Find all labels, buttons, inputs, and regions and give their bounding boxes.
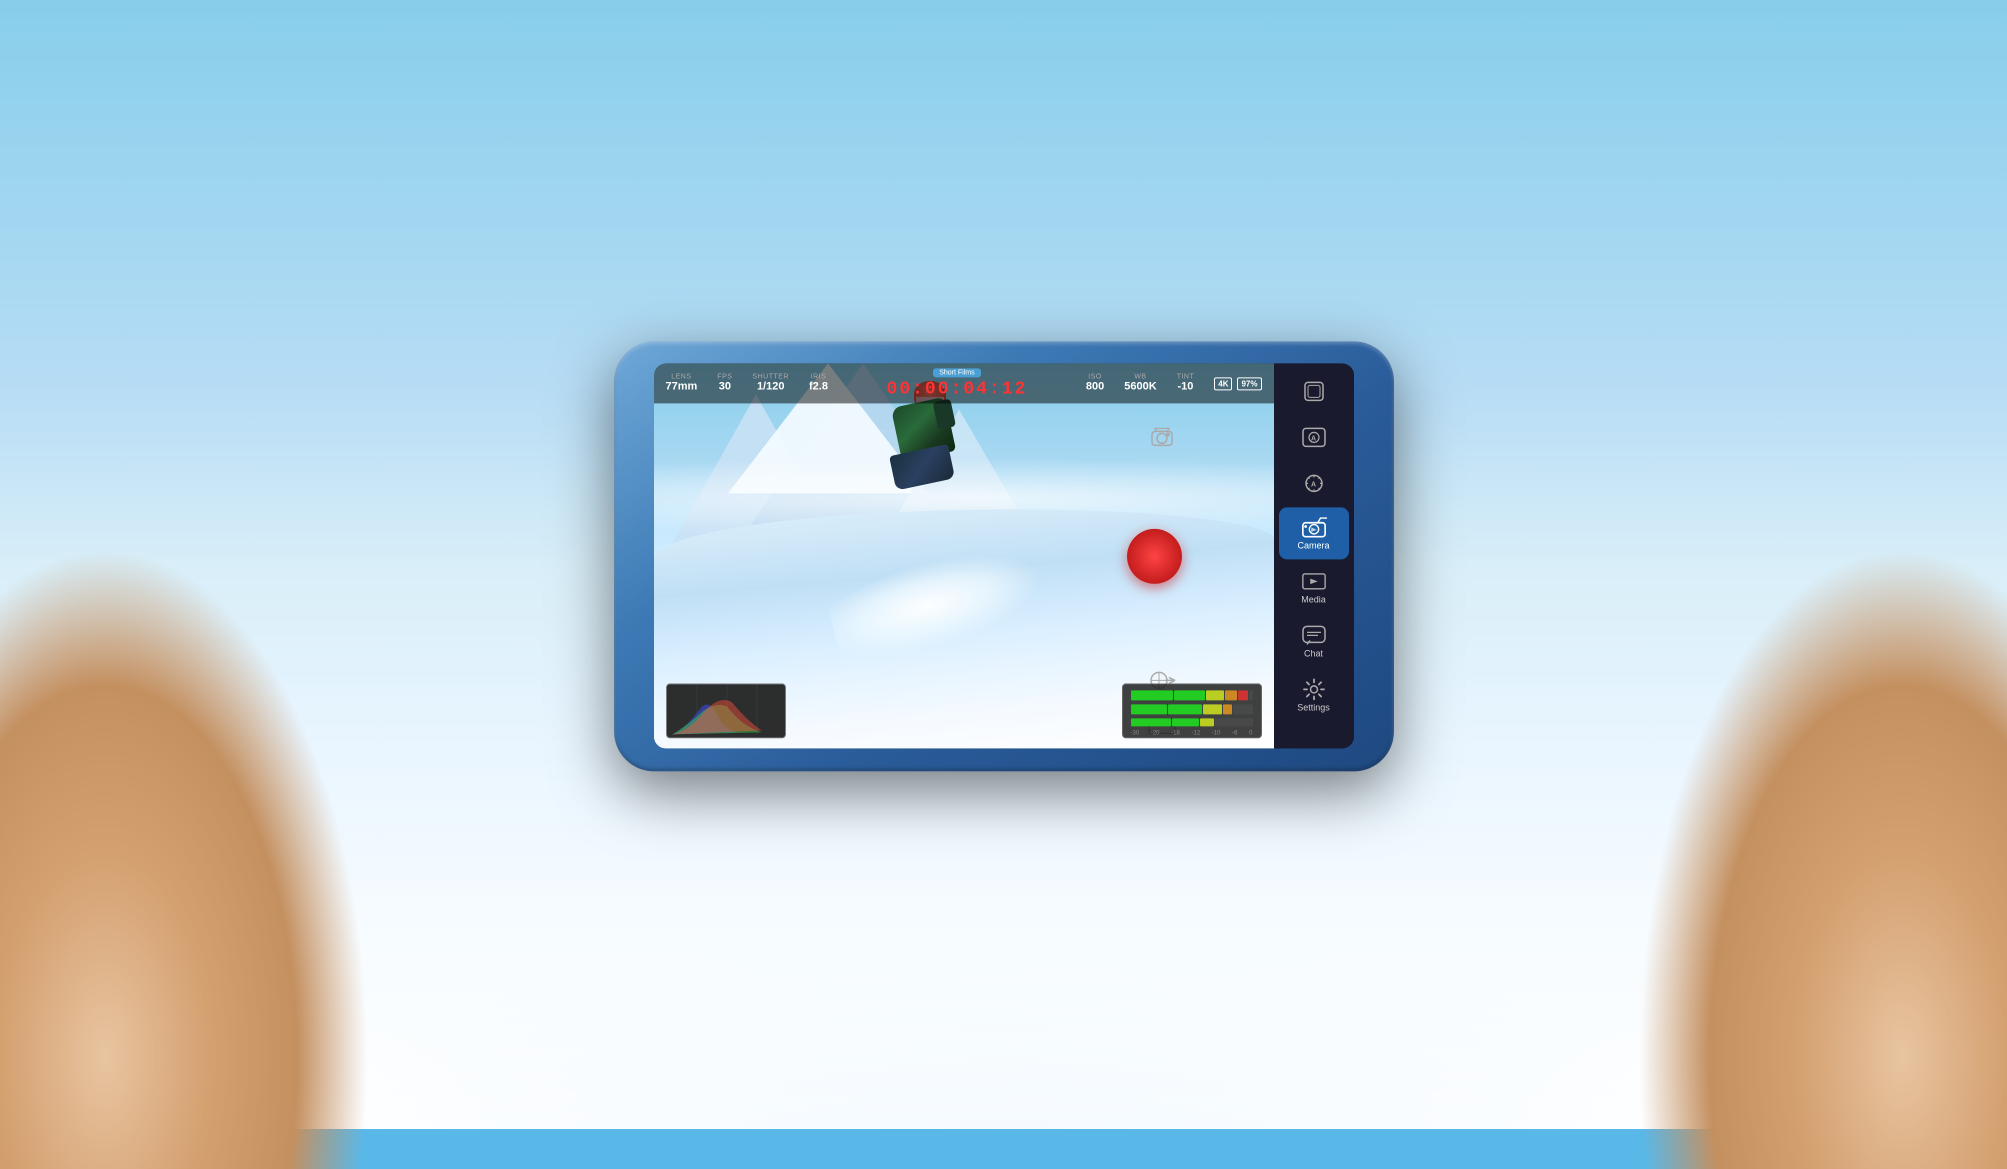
sidebar: A A	[1274, 363, 1354, 748]
sidebar-item-chat[interactable]: Chat	[1279, 615, 1349, 667]
media-icon	[1301, 571, 1327, 591]
iris-label: IRIS	[811, 373, 827, 380]
sidebar-item-settings[interactable]: Settings	[1279, 669, 1349, 721]
autofocus-icon: A	[1301, 427, 1327, 447]
hud-fps[interactable]: FPS 30	[717, 373, 732, 393]
phone-screen: LENS 77mm FPS 30 SHUTTER 1/120 IRIS f2.8	[654, 363, 1354, 748]
grid-icon	[1301, 381, 1327, 401]
hud-wb[interactable]: WB 5600K	[1124, 373, 1156, 393]
record-button[interactable]	[1127, 528, 1182, 583]
fps-label: FPS	[717, 373, 732, 380]
tint-label: TINT	[1177, 373, 1195, 380]
svg-text:A: A	[1311, 481, 1316, 488]
hud-iris[interactable]: IRIS f2.8	[809, 373, 828, 393]
hud-timer: Short Films 00:00:04:12	[848, 368, 1066, 399]
tint-value: -10	[1178, 380, 1194, 393]
sidebar-item-autoexposure[interactable]: A	[1279, 461, 1349, 505]
chat-label: Chat	[1304, 648, 1323, 658]
phone-body: LENS 77mm FPS 30 SHUTTER 1/120 IRIS f2.8	[614, 341, 1394, 771]
remote-camera-button[interactable]	[1145, 423, 1179, 451]
camera-label: Camera	[1297, 540, 1329, 550]
4k-badge: 4K	[1214, 377, 1232, 390]
camera-icon	[1301, 517, 1327, 537]
settings-label: Settings	[1297, 702, 1330, 712]
histogram-overlay	[666, 683, 786, 738]
autoexposure-icon: A	[1301, 473, 1327, 493]
hud-top-bar: LENS 77mm FPS 30 SHUTTER 1/120 IRIS f2.8	[654, 363, 1274, 403]
film-mode-badge[interactable]: Short Films	[933, 368, 980, 377]
media-label: Media	[1301, 594, 1326, 604]
iso-label: ISO	[1088, 373, 1102, 380]
wb-value: 5600K	[1124, 380, 1156, 393]
iso-value: 800	[1086, 380, 1104, 393]
shutter-value: 1/120	[757, 380, 785, 393]
sidebar-item-media[interactable]: Media	[1279, 561, 1349, 613]
settings-icon	[1301, 679, 1327, 699]
lens-label: LENS	[671, 373, 691, 380]
sidebar-item-grid[interactable]	[1279, 369, 1349, 413]
lens-value: 77mm	[666, 380, 698, 393]
shutter-label: SHUTTER	[752, 373, 789, 380]
battery-badge: 97%	[1237, 377, 1261, 390]
iris-value: f2.8	[809, 380, 828, 393]
sidebar-item-autofocus[interactable]: A	[1279, 415, 1349, 459]
hud-lens[interactable]: LENS 77mm	[666, 373, 698, 393]
sidebar-item-camera[interactable]: Camera	[1279, 507, 1349, 559]
remote-camera-icon	[1149, 426, 1175, 448]
hud-quality[interactable]: 4K 97%	[1214, 377, 1261, 390]
hud-tint[interactable]: TINT -10	[1177, 373, 1195, 393]
svg-text:A: A	[1311, 435, 1316, 442]
chat-icon	[1301, 625, 1327, 645]
fps-value: 30	[719, 380, 731, 393]
hud-iso[interactable]: ISO 800	[1086, 373, 1104, 393]
hud-shutter[interactable]: SHUTTER 1/120	[752, 373, 789, 393]
wb-label: WB	[1134, 373, 1146, 380]
audio-meter-overlay: -30-20-18-12-10-60	[1122, 683, 1262, 738]
histogram-chart	[667, 684, 786, 738]
camera-view[interactable]: LENS 77mm FPS 30 SHUTTER 1/120 IRIS f2.8	[654, 363, 1274, 748]
timer-value: 00:00:04:12	[887, 379, 1028, 399]
